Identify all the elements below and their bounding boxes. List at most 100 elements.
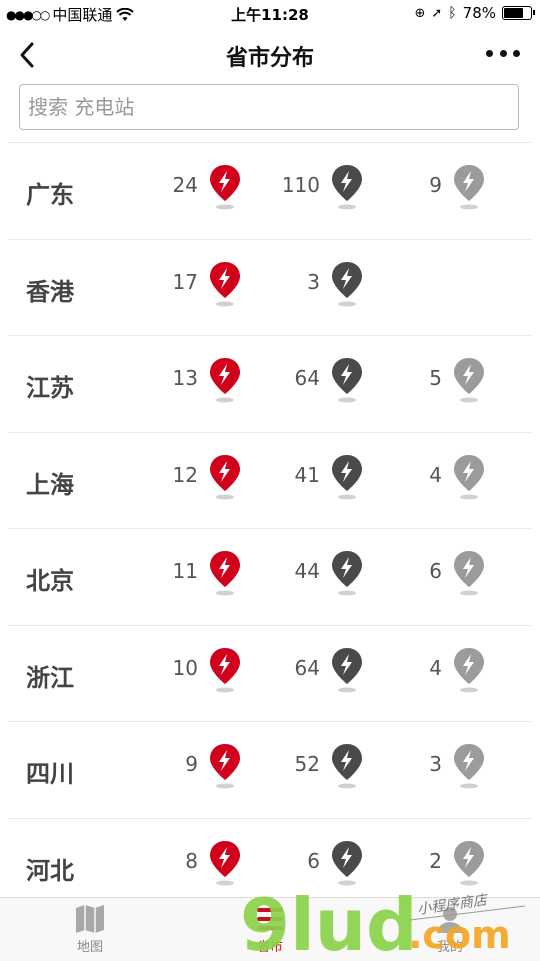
tab-bar: 地图 省市 我的: [0, 897, 540, 961]
slow-charger-count: 6: [307, 848, 320, 873]
fast-charger-cell[interactable]: 8: [158, 839, 242, 889]
more-icon[interactable]: [486, 46, 520, 60]
other-charger-count: 2: [429, 848, 442, 873]
slow-charger-cell[interactable]: 41: [268, 453, 364, 503]
other-charger-count: 3: [429, 752, 442, 776]
slow-charger-count: 44: [294, 559, 320, 583]
fast-charger-pin-icon: [210, 551, 240, 596]
tab-mine-label: 我的: [436, 940, 463, 955]
fast-charger-cell[interactable]: 12: [158, 453, 242, 503]
fast-charger-cell[interactable]: 13: [158, 356, 242, 406]
other-charger-pin-icon: [454, 165, 484, 210]
slow-charger-count: 41: [294, 462, 320, 487]
tab-province[interactable]: 省市: [180, 904, 360, 955]
other-charger-pin-icon: [454, 358, 484, 403]
province-name: 广东: [26, 181, 74, 209]
other-charger-count: 9: [429, 173, 442, 197]
slow-charger-cell[interactable]: 64: [268, 356, 364, 406]
table-row[interactable]: 江苏 13 64 5: [8, 335, 532, 432]
slow-charger-cell[interactable]: 44: [268, 549, 364, 599]
province-name: 江苏: [26, 374, 74, 402]
province-name: 四川: [26, 760, 74, 788]
other-charger-cell[interactable]: 6: [404, 549, 486, 599]
bluetooth-icon: ᛒ: [448, 5, 457, 21]
slow-charger-pin-icon: [332, 454, 362, 499]
fast-charger-pin-icon: [210, 165, 240, 210]
fast-charger-cell[interactable]: 9: [158, 742, 242, 792]
other-charger-cell[interactable]: 4: [404, 646, 486, 696]
other-charger-cell[interactable]: 2: [404, 839, 486, 889]
fast-charger-pin-icon: [210, 647, 240, 692]
other-charger-pin-icon: [454, 647, 484, 692]
search-box: [19, 84, 519, 130]
table-row[interactable]: 四川 9 52 3: [8, 721, 532, 818]
other-charger-cell[interactable]: 4: [404, 453, 486, 503]
other-charger-pin-icon: [454, 840, 484, 885]
map-icon: [76, 905, 104, 933]
page-title: 省市分布: [225, 46, 314, 71]
other-charger-count: 5: [429, 366, 442, 390]
fast-charger-cell[interactable]: 10: [158, 646, 242, 696]
slow-charger-pin-icon: [332, 744, 362, 789]
province-name: 上海: [26, 470, 74, 499]
battery-icon: [502, 6, 535, 20]
other-charger-cell[interactable]: 5: [404, 356, 486, 406]
tab-map-label: 地图: [76, 940, 103, 955]
fast-charger-count: 10: [172, 655, 198, 680]
fast-charger-pin-icon: [210, 358, 240, 403]
table-row[interactable]: 北京 11 44 6: [8, 528, 532, 625]
slow-charger-pin-icon: [332, 261, 362, 306]
slow-charger-pin-icon: [332, 551, 362, 596]
province-name: 北京: [26, 567, 74, 595]
slow-charger-count: 110: [281, 173, 320, 197]
province-name: 香港: [26, 277, 74, 306]
fast-charger-count: 12: [172, 462, 198, 487]
other-charger-count: 4: [429, 462, 442, 487]
other-charger-count: 6: [429, 559, 442, 583]
province-list: 广东 24 110 9 香港 17 3 江苏 13 64 5 上海 12 41 4 北京 11 44 6 浙江 10 64…: [8, 142, 532, 914]
fast-charger-pin-icon: [210, 744, 240, 789]
slow-charger-cell[interactable]: 6: [268, 839, 364, 889]
fast-charger-pin-icon: [210, 840, 240, 885]
fast-charger-pin-icon: [210, 454, 240, 499]
fast-charger-count: 11: [172, 559, 198, 583]
tab-province-label: 省市: [256, 940, 283, 955]
search-input[interactable]: [20, 85, 518, 129]
slow-charger-count: 52: [294, 752, 320, 776]
user-icon: [437, 907, 463, 933]
location-icon: ➚: [431, 5, 443, 21]
table-row[interactable]: 上海 12 41 4: [8, 431, 532, 529]
tab-map[interactable]: 地图: [0, 904, 180, 955]
fast-charger-count: 13: [172, 366, 198, 390]
other-charger-cell[interactable]: 3: [404, 742, 486, 792]
table-row[interactable]: 浙江 10 64 4: [8, 624, 532, 722]
slow-charger-cell[interactable]: 52: [268, 742, 364, 792]
other-charger-pin-icon: [454, 454, 484, 499]
slow-charger-count: 3: [307, 269, 320, 294]
other-charger-cell[interactable]: 9: [404, 163, 486, 213]
nav-bar: 省市分布: [0, 28, 540, 82]
fast-charger-cell[interactable]: 11: [158, 549, 242, 599]
province-name: 河北: [26, 856, 74, 885]
slow-charger-pin-icon: [332, 358, 362, 403]
slow-charger-pin-icon: [332, 647, 362, 692]
other-charger-pin-icon: [454, 551, 484, 596]
rotation-lock-icon: ⊕: [414, 5, 426, 21]
tab-mine[interactable]: 我的: [360, 904, 540, 955]
slow-charger-pin-icon: [332, 165, 362, 210]
other-charger-count: 4: [429, 655, 442, 680]
fast-charger-cell[interactable]: 17: [158, 260, 242, 310]
fast-charger-count: 9: [185, 752, 198, 776]
fast-charger-cell[interactable]: 24: [158, 163, 242, 213]
slow-charger-cell[interactable]: 64: [268, 646, 364, 696]
fast-charger-count: 8: [185, 848, 198, 873]
other-charger-pin-icon: [454, 744, 484, 789]
slow-charger-pin-icon: [332, 840, 362, 885]
list-icon: [257, 908, 283, 930]
table-row[interactable]: 广东 24 110 9: [8, 142, 532, 239]
fast-charger-pin-icon: [210, 261, 240, 306]
slow-charger-cell[interactable]: 3: [268, 260, 364, 310]
status-bar: ●●●○○ 中国联通 上午11:28 ⊕ ➚ ᛒ 78%: [0, 0, 540, 28]
table-row[interactable]: 香港 17 3: [8, 238, 532, 336]
slow-charger-cell[interactable]: 110: [268, 163, 364, 213]
